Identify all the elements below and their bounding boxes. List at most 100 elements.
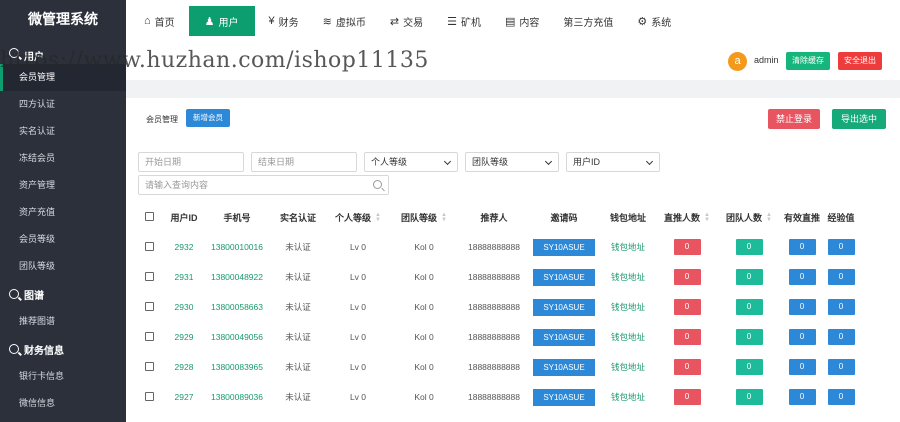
sort-icon[interactable]: ▲ ▼ [375, 212, 381, 223]
row-checkbox[interactable] [144, 361, 154, 371]
direct-count-button[interactable]: 0 [673, 269, 701, 285]
avatar[interactable]: a [728, 52, 747, 71]
start-date-input[interactable]: 开始日期 [138, 152, 244, 172]
nav-tab[interactable]: ☰ 矿机 [437, 6, 491, 36]
sidebar-item[interactable]: 四方认证 [0, 91, 126, 118]
invite-code-badge[interactable]: SY10ASUE [533, 268, 595, 286]
sidebar-item[interactable]: 冻结会员 [0, 145, 126, 172]
wallet-link[interactable]: 钱包地址 [611, 272, 645, 282]
team-count-button[interactable]: 0 [735, 359, 763, 375]
sidebar-item[interactable]: 会员等级 [0, 226, 126, 253]
add-member-button[interactable]: 新增会员 [186, 109, 230, 127]
search-icon[interactable] [373, 180, 382, 189]
column-header[interactable]: 手机号 [206, 202, 268, 232]
cell-phone-link[interactable]: 13800049056 [211, 332, 263, 342]
row-checkbox[interactable] [144, 241, 154, 251]
username[interactable]: admin [754, 55, 779, 65]
logout-button[interactable]: 安全退出 [838, 52, 882, 70]
nav-tab[interactable]: ¥ 财务 [259, 6, 309, 36]
wallet-link[interactable]: 钱包地址 [611, 302, 645, 312]
cell-phone-link[interactable]: 13800089036 [211, 392, 263, 402]
direct-count-button[interactable]: 0 [673, 359, 701, 375]
sort-icon[interactable]: ▲ ▼ [704, 212, 710, 223]
cell-id-link[interactable]: 2928 [175, 362, 194, 372]
team-count-button[interactable]: 0 [735, 239, 763, 255]
wallet-link[interactable]: 钱包地址 [611, 362, 645, 372]
sidebar-item[interactable]: 银行卡信息 [0, 363, 126, 390]
team-count-button[interactable]: 0 [735, 389, 763, 405]
cell-exp-button[interactable]: 0 [827, 299, 855, 315]
column-header[interactable]: 用户ID [162, 202, 206, 232]
cell-id-link[interactable]: 2931 [175, 272, 194, 282]
column-header[interactable]: 团队人数 ▲ ▼ [718, 202, 780, 232]
direct-count-button[interactable]: 0 [673, 299, 701, 315]
team-count-button[interactable]: 0 [735, 269, 763, 285]
clear-cache-button[interactable]: 清除缓存 [786, 52, 830, 70]
column-header[interactable]: 邀请码 [528, 202, 600, 232]
cell-exp-button[interactable]: 0 [827, 359, 855, 375]
invite-code-badge[interactable]: SY10ASUE [533, 358, 595, 376]
nav-tab[interactable]: ▤ 内容 [495, 6, 549, 36]
user-id-select[interactable]: 用户ID [566, 152, 660, 172]
sidebar-item[interactable]: 团队等级 [0, 253, 126, 280]
export-selected-button[interactable]: 导出选中 [832, 109, 887, 129]
row-checkbox[interactable] [144, 301, 154, 311]
wallet-link[interactable]: 钱包地址 [611, 242, 645, 252]
team-count-button[interactable]: 0 [735, 299, 763, 315]
cell-valid-button[interactable]: 0 [788, 359, 816, 375]
sort-icon[interactable]: ▲ ▼ [441, 212, 447, 223]
nav-tab[interactable]: 第三方充值 [553, 6, 623, 36]
column-header[interactable]: 实名认证 [268, 202, 328, 232]
cell-valid-button[interactable]: 0 [788, 389, 816, 405]
column-header[interactable]: 经验值 [824, 202, 858, 232]
sort-icon[interactable]: ▲ ▼ [766, 212, 772, 223]
invite-code-badge[interactable]: SY10ASUE [533, 298, 595, 316]
sidebar-item[interactable]: 推荐图谱 [0, 308, 126, 335]
team-count-button[interactable]: 0 [735, 329, 763, 345]
row-checkbox[interactable] [144, 391, 154, 401]
cell-phone-link[interactable]: 13800083965 [211, 362, 263, 372]
invite-code-badge[interactable]: SY10ASUE [533, 328, 595, 346]
cell-id-link[interactable]: 2929 [175, 332, 194, 342]
cell-valid-button[interactable]: 0 [788, 239, 816, 255]
sidebar-section[interactable]: 财务信息 [0, 335, 126, 363]
column-header[interactable]: 直推人数 ▲ ▼ [656, 202, 718, 232]
column-header[interactable]: 有效直推 [780, 202, 824, 232]
sidebar-item[interactable]: 实名认证 [0, 118, 126, 145]
direct-count-button[interactable]: 0 [673, 329, 701, 345]
row-checkbox[interactable] [144, 271, 154, 281]
sidebar-item[interactable]: 资产充值 [0, 199, 126, 226]
wallet-link[interactable]: 钱包地址 [611, 332, 645, 342]
nav-tab[interactable]: ⚙ 系统 [627, 6, 681, 36]
sidebar-item[interactable]: 资产管理 [0, 172, 126, 199]
ban-login-button[interactable]: 禁止登录 [768, 109, 821, 129]
column-header[interactable]: 推荐人 [460, 202, 528, 232]
cell-valid-button[interactable]: 0 [788, 299, 816, 315]
row-checkbox[interactable] [144, 331, 154, 341]
select-all-checkbox[interactable] [144, 211, 154, 221]
sidebar-section[interactable]: 图谱 [0, 280, 126, 308]
direct-count-button[interactable]: 0 [673, 239, 701, 255]
cell-phone-link[interactable]: 13800058663 [211, 302, 263, 312]
cell-exp-button[interactable]: 0 [827, 269, 855, 285]
team-level-select[interactable]: 团队等级 [465, 152, 559, 172]
invite-code-badge[interactable]: SY10ASUE [533, 238, 595, 256]
cell-valid-button[interactable]: 0 [788, 269, 816, 285]
column-header[interactable]: 个人等级 ▲ ▼ [328, 202, 388, 232]
direct-count-button[interactable]: 0 [673, 389, 701, 405]
nav-tab[interactable]: ♟ 用户 [188, 6, 255, 36]
sidebar-item[interactable]: 微信信息 [0, 390, 126, 417]
column-header[interactable]: 团队等级 ▲ ▼ [388, 202, 460, 232]
nav-tab[interactable]: ⌂ 首页 [134, 6, 185, 36]
personal-level-select[interactable]: 个人等级 [364, 152, 458, 172]
cell-id-link[interactable]: 2930 [175, 302, 194, 312]
cell-exp-button[interactable]: 0 [827, 389, 855, 405]
cell-phone-link[interactable]: 13800048922 [211, 272, 263, 282]
end-date-input[interactable]: 结束日期 [251, 152, 357, 172]
cell-exp-button[interactable]: 0 [827, 329, 855, 345]
search-input[interactable]: 请输入查询内容 [138, 175, 389, 195]
column-header[interactable]: 钱包地址 [600, 202, 656, 232]
wallet-link[interactable]: 钱包地址 [611, 392, 645, 402]
nav-tab[interactable]: ⇄ 交易 [380, 6, 433, 36]
cell-exp-button[interactable]: 0 [827, 239, 855, 255]
